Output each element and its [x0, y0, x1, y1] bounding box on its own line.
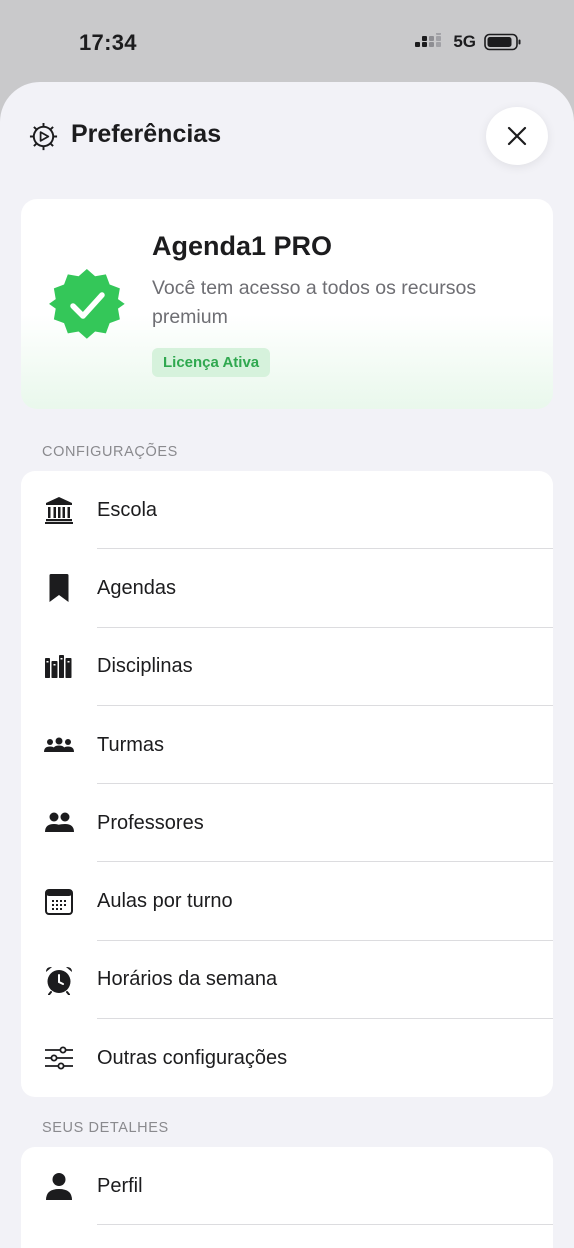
status-bar: 17:34 5G — [0, 0, 574, 82]
signal-icon — [415, 33, 442, 47]
calendar-icon — [43, 886, 75, 918]
gear-icon — [29, 122, 58, 151]
list-item-turmas[interactable]: Turmas — [21, 706, 553, 785]
list-item-label: Perfil — [97, 1174, 143, 1197]
list-item-label: Horários da semana — [97, 968, 278, 991]
list-item-label: Turmas — [97, 733, 165, 756]
license-status-badge: Licença Ativa — [152, 348, 271, 377]
list-item-aulas-por-turno[interactable]: Aulas por turno — [21, 862, 553, 941]
books-icon — [43, 651, 75, 683]
status-time: 17:34 — [79, 30, 137, 55]
verified-badge-icon — [49, 268, 125, 339]
list-item-label: Aulas por turno — [97, 890, 233, 913]
section-label-details: SEUS DETALHES — [42, 1120, 169, 1136]
list-item-horarios-da-semana[interactable]: Horários da semana — [21, 941, 553, 1020]
list-item-agendas[interactable]: Agendas — [21, 549, 553, 628]
alarm-clock-icon — [43, 964, 75, 996]
close-button[interactable] — [486, 107, 548, 165]
network-type: 5G — [453, 32, 476, 51]
list-item-label: Escola — [97, 498, 158, 521]
details-list: Perfil — [21, 1147, 553, 1248]
pro-title: Agenda1 PRO — [152, 231, 333, 261]
config-list: Escola Agendas Disciplinas Turmas Profes… — [21, 471, 553, 1098]
group-three-icon — [43, 729, 75, 761]
battery-icon — [484, 33, 521, 51]
pro-license-card: Agenda1 PRO Você tem acesso a todos os r… — [21, 199, 553, 409]
list-item-outras-configuracoes[interactable]: Outras configurações — [21, 1019, 553, 1097]
status-indicators: 5G — [415, 32, 522, 52]
list-item-disciplinas[interactable]: Disciplinas — [21, 628, 553, 706]
preferences-sheet: Preferências Agenda1 PRO Você tem acesso… — [0, 82, 574, 1248]
person-icon — [43, 1170, 75, 1202]
bookmark-icon — [43, 572, 75, 604]
page-title: Preferências — [71, 120, 222, 148]
building-columns-icon — [43, 494, 75, 526]
list-item-label: Outras configurações — [97, 1046, 288, 1069]
list-item-label: Professores — [97, 811, 204, 834]
list-item-label: Disciplinas — [97, 655, 193, 678]
sheet-header: Preferências — [0, 82, 574, 192]
list-item-escola[interactable]: Escola — [21, 471, 553, 550]
sliders-icon — [43, 1042, 75, 1074]
section-label-config: CONFIGURAÇÕES — [42, 444, 178, 460]
list-item-label: Agendas — [97, 576, 176, 599]
list-item-professores[interactable]: Professores — [21, 784, 553, 863]
group-two-icon — [43, 807, 75, 839]
close-icon — [507, 126, 527, 146]
list-item-perfil[interactable]: Perfil — [21, 1147, 553, 1226]
pro-description: Você tem acesso a todos os recursos prem… — [152, 277, 477, 328]
divider — [97, 1224, 553, 1226]
